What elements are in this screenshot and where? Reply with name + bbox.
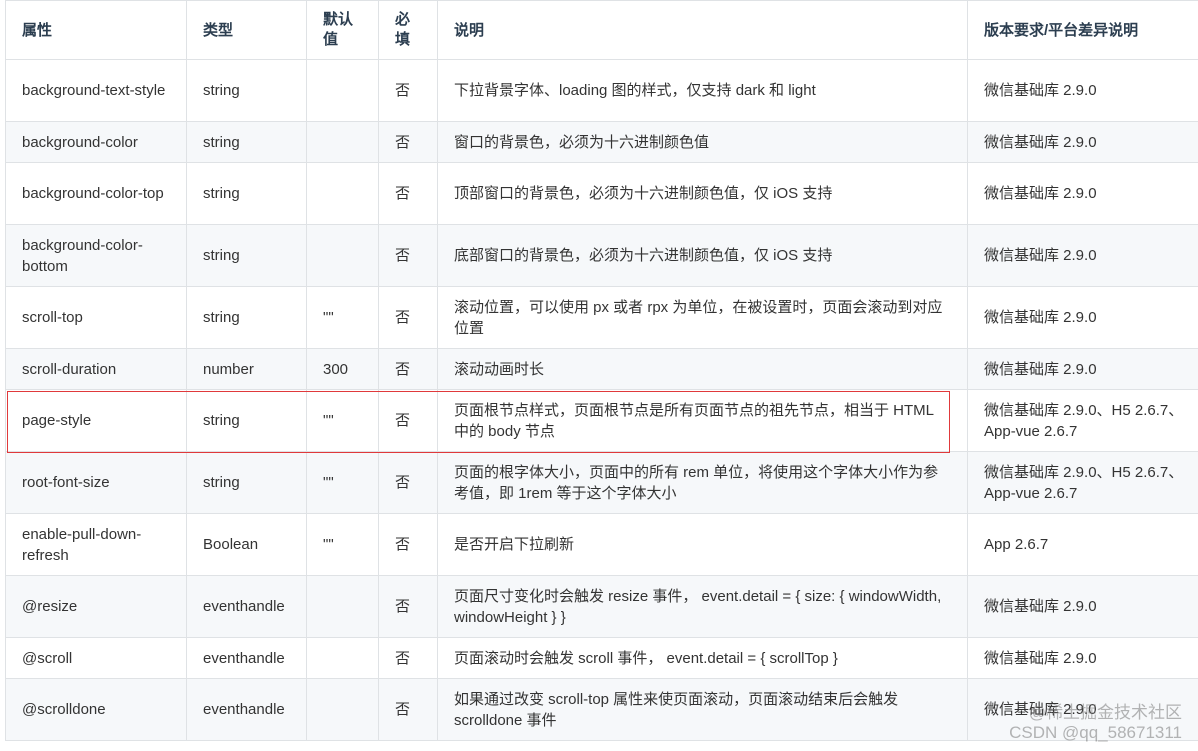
cell-attr: background-color-top [5, 162, 187, 225]
cell-type: eventhandle [186, 678, 307, 741]
cell-attr: @scrolldone [5, 678, 187, 741]
cell-required: 否 [378, 162, 438, 225]
cell-type: string [186, 162, 307, 225]
cell-required: 否 [378, 637, 438, 679]
cell-desc: 是否开启下拉刷新 [437, 513, 968, 576]
table-header-row: 属性 类型 默认值 必填 说明 版本要求/平台差异说明 [5, 0, 1198, 60]
header-required: 必填 [378, 0, 438, 60]
header-desc: 说明 [437, 0, 968, 60]
cell-version: 微信基础库 2.9.0 [967, 224, 1198, 287]
cell-version: 微信基础库 2.9.0 [967, 575, 1198, 638]
cell-required: 否 [378, 389, 438, 452]
table-row: scroll-top string "" 否 滚动位置，可以使用 px 或者 r… [5, 286, 1198, 349]
cell-version: App 2.6.7 [967, 513, 1198, 576]
cell-desc: 下拉背景字体、loading 图的样式，仅支持 dark 和 light [437, 59, 968, 122]
cell-default: 300 [306, 348, 379, 390]
header-default: 默认值 [306, 0, 379, 60]
cell-default [306, 575, 379, 638]
header-type: 类型 [186, 0, 307, 60]
cell-type: string [186, 224, 307, 287]
cell-attr: background-text-style [5, 59, 187, 122]
header-version: 版本要求/平台差异说明 [967, 0, 1198, 60]
cell-type: Boolean [186, 513, 307, 576]
header-attr: 属性 [5, 0, 187, 60]
cell-required: 否 [378, 121, 438, 163]
cell-default: "" [306, 451, 379, 514]
cell-type: eventhandle [186, 637, 307, 679]
cell-required: 否 [378, 513, 438, 576]
cell-required: 否 [378, 286, 438, 349]
cell-type: string [186, 286, 307, 349]
cell-type: string [186, 451, 307, 514]
cell-attr: background-color-bottom [5, 224, 187, 287]
cell-type: number [186, 348, 307, 390]
cell-version: 微信基础库 2.9.0 [967, 637, 1198, 679]
cell-desc: 底部窗口的背景色，必须为十六进制颜色值，仅 iOS 支持 [437, 224, 968, 287]
table-row: @scrolldone eventhandle 否 如果通过改变 scroll-… [5, 678, 1198, 741]
table-row: background-color-bottom string 否 底部窗口的背景… [5, 224, 1198, 287]
table-row: background-color string 否 窗口的背景色，必须为十六进制… [5, 121, 1198, 163]
cell-attr: @scroll [5, 637, 187, 679]
cell-attr: scroll-top [5, 286, 187, 349]
cell-type: string [186, 389, 307, 452]
cell-desc: 滚动动画时长 [437, 348, 968, 390]
cell-version: 微信基础库 2.9.0 [967, 678, 1198, 741]
cell-version: 微信基础库 2.9.0 [967, 162, 1198, 225]
table-row: root-font-size string "" 否 页面的根字体大小，页面中的… [5, 451, 1198, 514]
cell-version: 微信基础库 2.9.0 [967, 121, 1198, 163]
cell-default [306, 224, 379, 287]
cell-type: string [186, 121, 307, 163]
cell-type: eventhandle [186, 575, 307, 638]
table-row: background-text-style string 否 下拉背景字体、lo… [5, 59, 1198, 122]
table-row: @scroll eventhandle 否 页面滚动时会触发 scroll 事件… [5, 637, 1198, 679]
cell-default: "" [306, 389, 379, 452]
cell-desc: 页面尺寸变化时会触发 resize 事件， event.detail = { s… [437, 575, 968, 638]
cell-desc: 页面的根字体大小，页面中的所有 rem 单位，将使用这个字体大小作为参考值，即 … [437, 451, 968, 514]
cell-version: 微信基础库 2.9.0、H5 2.6.7、App-vue 2.6.7 [967, 451, 1198, 514]
cell-required: 否 [378, 224, 438, 287]
table-row: enable-pull-down-refresh Boolean "" 否 是否… [5, 513, 1198, 576]
cell-default: "" [306, 513, 379, 576]
cell-type: string [186, 59, 307, 122]
cell-version: 微信基础库 2.9.0 [967, 286, 1198, 349]
cell-required: 否 [378, 575, 438, 638]
cell-default: "" [306, 286, 379, 349]
cell-desc: 窗口的背景色，必须为十六进制颜色值 [437, 121, 968, 163]
table-row: page-style string "" 否 页面根节点样式，页面根节点是所有页… [5, 389, 1198, 452]
cell-attr: @resize [5, 575, 187, 638]
cell-default [306, 637, 379, 679]
cell-default [306, 678, 379, 741]
cell-required: 否 [378, 451, 438, 514]
cell-attr: background-color [5, 121, 187, 163]
cell-desc: 如果通过改变 scroll-top 属性来使页面滚动，页面滚动结束后会触发 sc… [437, 678, 968, 741]
cell-desc: 滚动位置，可以使用 px 或者 rpx 为单位，在被设置时，页面会滚动到对应位置 [437, 286, 968, 349]
props-table: 属性 类型 默认值 必填 说明 版本要求/平台差异说明 background-t… [5, 0, 1198, 741]
cell-default [306, 59, 379, 122]
cell-desc: 页面根节点样式，页面根节点是所有页面节点的祖先节点，相当于 HTML 中的 bo… [437, 389, 968, 452]
cell-desc: 页面滚动时会触发 scroll 事件， event.detail = { scr… [437, 637, 968, 679]
cell-default [306, 121, 379, 163]
table-row: background-color-top string 否 顶部窗口的背景色，必… [5, 162, 1198, 225]
cell-required: 否 [378, 59, 438, 122]
cell-required: 否 [378, 678, 438, 741]
cell-attr: scroll-duration [5, 348, 187, 390]
table-row: @resize eventhandle 否 页面尺寸变化时会触发 resize … [5, 575, 1198, 638]
cell-version: 微信基础库 2.9.0、H5 2.6.7、App-vue 2.6.7 [967, 389, 1198, 452]
cell-version: 微信基础库 2.9.0 [967, 348, 1198, 390]
cell-default [306, 162, 379, 225]
cell-attr: enable-pull-down-refresh [5, 513, 187, 576]
table-row: scroll-duration number 300 否 滚动动画时长 微信基础… [5, 348, 1198, 390]
cell-attr: page-style [5, 389, 187, 452]
cell-version: 微信基础库 2.9.0 [967, 59, 1198, 122]
cell-attr: root-font-size [5, 451, 187, 514]
cell-desc: 顶部窗口的背景色，必须为十六进制颜色值，仅 iOS 支持 [437, 162, 968, 225]
cell-required: 否 [378, 348, 438, 390]
